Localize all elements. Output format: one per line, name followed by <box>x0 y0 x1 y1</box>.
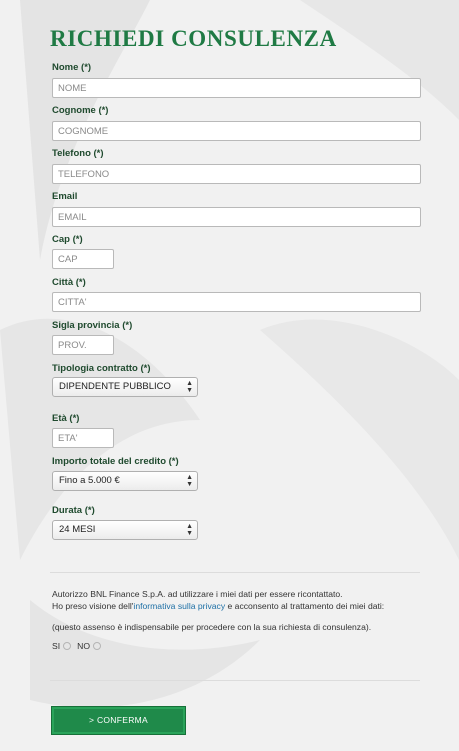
yes-label: SI <box>52 641 61 651</box>
consent-radio-group: SI NO <box>52 641 107 651</box>
yes-radio[interactable] <box>63 642 72 650</box>
confirm-button[interactable]: > CONFERMA <box>51 706 186 735</box>
durata-label: Durata (*) <box>52 505 95 516</box>
consent-text-2-prefix: Ho preso visione dell' <box>52 601 134 611</box>
consent-text-2-suffix: e acconsento al trattamento dei miei dat… <box>225 601 385 611</box>
nome-input[interactable] <box>52 78 421 98</box>
divider <box>50 572 420 573</box>
cognome-label: Cognome (*) <box>52 105 109 116</box>
cap-input[interactable] <box>52 249 114 269</box>
email-input[interactable] <box>52 207 421 227</box>
durata-selected-value: 24 MESI <box>59 524 96 535</box>
importo-select[interactable]: Fino a 5.000 € ▲ ▼ <box>52 471 198 491</box>
nome-label: Nome (*) <box>52 62 92 73</box>
tipologia-select[interactable]: DIPENDENTE PUBBLICO ▲ ▼ <box>52 377 198 397</box>
select-arrows-icon: ▲ ▼ <box>186 523 193 537</box>
citta-label: Città (*) <box>52 277 86 288</box>
tipologia-selected-value: DIPENDENTE PUBBLICO <box>59 381 171 392</box>
consultation-form: RICHIEDI CONSULENZA Nome (*) Cognome (*)… <box>0 0 459 751</box>
importo-selected-value: Fino a 5.000 € <box>59 475 120 486</box>
cognome-input[interactable] <box>52 121 421 141</box>
cap-label: Cap (*) <box>52 234 83 245</box>
citta-input[interactable] <box>52 292 421 312</box>
telefono-label: Telefono (*) <box>52 148 104 159</box>
importo-label: Importo totale del credito (*) <box>52 456 179 467</box>
no-radio[interactable] <box>93 642 102 650</box>
select-arrows-icon: ▲ ▼ <box>186 380 193 394</box>
consent-text-3: (questo assenso è indispensabile per pro… <box>52 622 372 632</box>
provincia-input[interactable] <box>52 335 114 355</box>
provincia-label: Sigla provincia (*) <box>52 320 133 331</box>
privacy-policy-link[interactable]: informativa sulla privacy <box>133 601 225 611</box>
telefono-input[interactable] <box>52 164 421 184</box>
email-label: Email <box>52 191 78 202</box>
page-title: RICHIEDI CONSULENZA <box>50 26 337 51</box>
eta-label: Età (*) <box>52 413 80 424</box>
no-label: NO <box>77 641 91 651</box>
consent-text-2: Ho preso visione dell'informativa sulla … <box>52 600 384 612</box>
select-arrows-icon: ▲ ▼ <box>186 474 193 488</box>
eta-input[interactable] <box>52 428 114 448</box>
tipologia-label: Tipologia contratto (*) <box>52 363 151 374</box>
divider <box>50 680 420 681</box>
consent-text-1: Autorizzo BNL Finance S.p.A. ad utilizza… <box>52 589 343 599</box>
durata-select[interactable]: 24 MESI ▲ ▼ <box>52 520 198 540</box>
